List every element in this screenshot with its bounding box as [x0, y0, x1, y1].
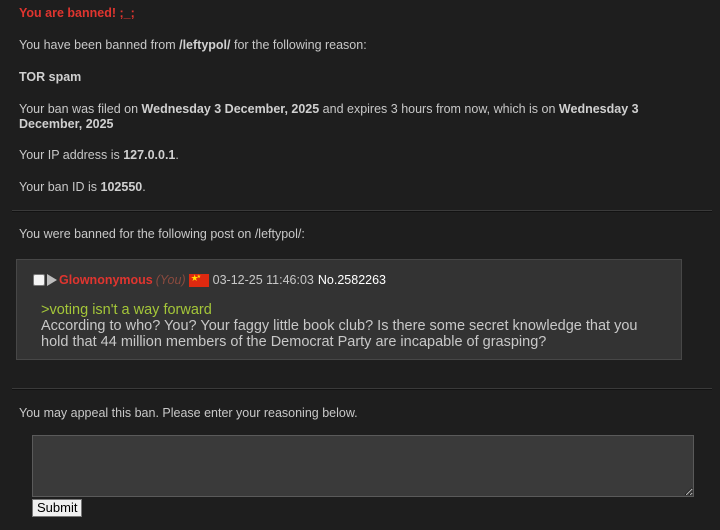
poster-name: Glownonymous — [59, 273, 153, 287]
divider — [12, 210, 712, 212]
you-tag: (You) — [155, 273, 186, 287]
post-number-link[interactable]: No.2582263 — [318, 273, 386, 287]
post-menu-triangle-icon[interactable] — [47, 274, 57, 286]
appeal-textarea[interactable] — [32, 435, 694, 497]
banned-post: Glownonymous (You) ★ ★ 03-12-25 11:46:03 … — [16, 259, 682, 360]
ban-board-line: You have been banned from /leftypol/ for… — [19, 38, 367, 52]
post-body: >voting isn't a way forward According to… — [41, 302, 641, 350]
ban-reason: TOR spam — [19, 70, 82, 84]
ban-dates-line: Your ban was filed on Wednesday 3 Decemb… — [19, 102, 639, 131]
post-header: Glownonymous (You) ★ ★ 03-12-25 11:46:03 … — [33, 272, 386, 288]
post-timestamp: 03-12-25 11:46:03 — [212, 273, 314, 287]
post-intro: You were banned for the following post o… — [19, 227, 305, 241]
divider — [12, 388, 712, 390]
post-text: According to who? You? Your faggy little… — [41, 318, 638, 350]
ban-id-line: Your ban ID is 102550. — [19, 180, 146, 194]
ban-id: 102550 — [100, 180, 143, 194]
ban-ip: 127.0.0.1 — [123, 148, 176, 162]
banned-board: /leftypol/ — [179, 38, 231, 52]
china-flag-icon: ★ ★ — [188, 273, 209, 287]
ban-filed-date: Wednesday 3 December, 2025 — [141, 102, 320, 116]
submit-button[interactable]: Submit — [32, 499, 83, 517]
ban-ip-line: Your IP address is 127.0.0.1. — [19, 148, 179, 162]
greentext-quote: >voting isn't a way forward — [41, 302, 212, 318]
appeal-prompt: You may appeal this ban. Please enter yo… — [19, 406, 358, 420]
post-select-checkbox[interactable] — [33, 274, 45, 286]
ban-title: You are banned! ;_; — [19, 6, 135, 20]
